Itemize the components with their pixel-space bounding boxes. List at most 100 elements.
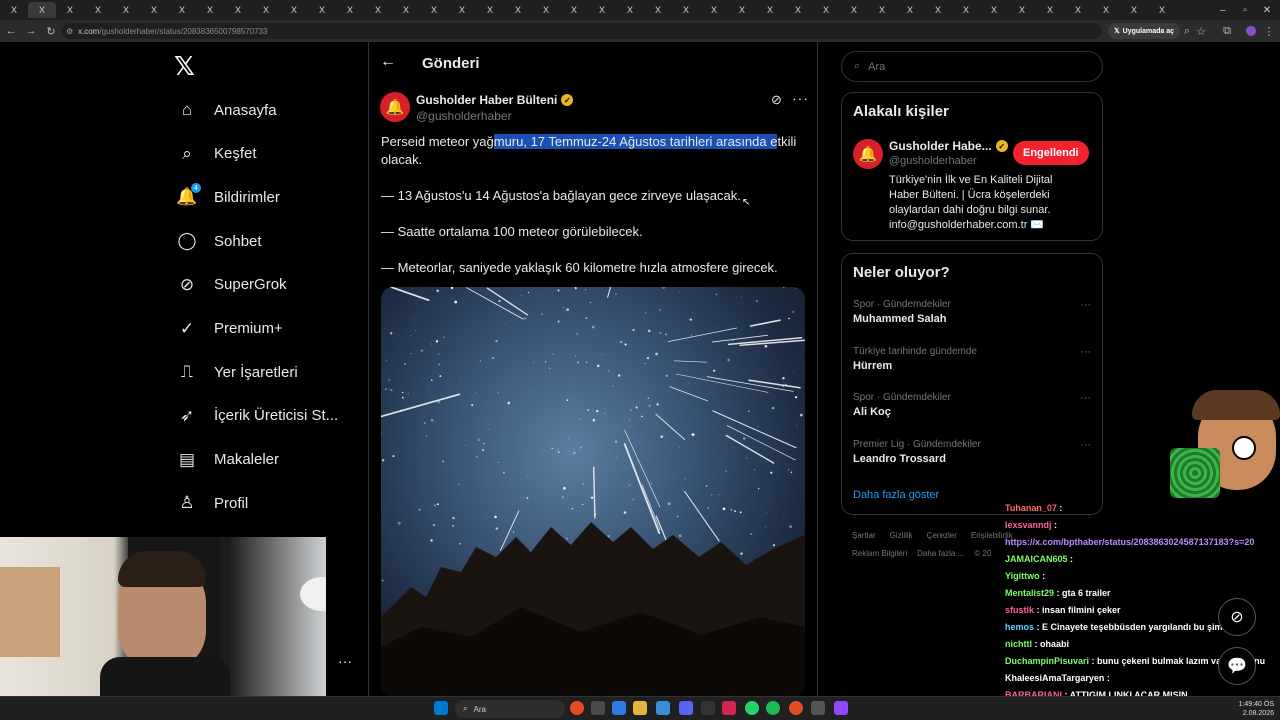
trend-more-icon[interactable]: ···	[1080, 392, 1091, 404]
browser-tab[interactable]: X	[504, 2, 532, 18]
browser-tab[interactable]: X	[644, 2, 672, 18]
terminal-icon[interactable]	[701, 701, 715, 715]
windows-start-icon[interactable]	[434, 701, 448, 715]
browser-tab[interactable]: X	[392, 2, 420, 18]
browser-tab[interactable]: X	[224, 2, 252, 18]
browser-tab[interactable]: X	[1120, 2, 1148, 18]
browser-tab[interactable]: X	[1148, 2, 1176, 18]
browser-tab[interactable]: X	[616, 2, 644, 18]
browser-tab[interactable]: X	[952, 2, 980, 18]
profile-icon[interactable]	[1242, 22, 1260, 40]
browser-tab[interactable]: X	[84, 2, 112, 18]
minimize-button[interactable]: –	[1212, 0, 1234, 20]
trend-item[interactable]: Türkiye tarihinde gündemde Hürrem ···	[853, 346, 1091, 372]
chrome-profile-icon[interactable]	[789, 701, 803, 715]
browser-tab[interactable]: X	[812, 2, 840, 18]
trend-item[interactable]: Spor · Gündemdekiler Muhammed Salah ···	[853, 299, 1091, 325]
twitch-icon[interactable]	[834, 701, 848, 715]
browser-tab[interactable]: X	[700, 2, 728, 18]
show-more-link[interactable]: Daha fazla göster	[853, 489, 939, 501]
nav-item-2[interactable]: 🔔 4 Bildirimler	[176, 182, 280, 212]
footer-link[interactable]: Daha fazla ...	[917, 549, 964, 558]
footer-link[interactable]: Şartlar	[852, 531, 876, 540]
related-avatar[interactable]: 🔔	[853, 139, 883, 169]
x-logo-icon[interactable]: 𝕏	[174, 52, 195, 82]
whatsapp-icon[interactable]	[745, 701, 759, 715]
browser-tab[interactable]: X	[196, 2, 224, 18]
site-info-icon[interactable]: ⚙	[66, 27, 73, 36]
spotify-icon[interactable]	[766, 701, 780, 715]
nav-item-0[interactable]: ⌂ Anasayfa	[176, 95, 277, 125]
account-more-icon[interactable]: ···	[338, 653, 352, 669]
system-clock[interactable]: 1:49:40 ÖS 2.08.2026	[1239, 700, 1274, 718]
trend-item[interactable]: Spor · Gündemdekiler Ali Koç ···	[853, 392, 1091, 418]
back-icon[interactable]: ←	[2, 22, 20, 40]
browser-tab[interactable]: X	[336, 2, 364, 18]
search-input[interactable]: ⌕ Ara	[841, 51, 1103, 82]
nav-item-8[interactable]: ▤ Makaleler	[176, 445, 279, 475]
author-name[interactable]: Gusholder Haber Bülteni	[416, 93, 557, 107]
browser-tab[interactable]: X	[56, 2, 84, 18]
browser-tab[interactable]: X	[840, 2, 868, 18]
more-options-icon[interactable]: ···	[792, 90, 809, 106]
tweet-image[interactable]	[381, 287, 805, 697]
browser-tab[interactable]: X	[980, 2, 1008, 18]
browser-tab[interactable]: X	[28, 2, 56, 18]
nav-item-9[interactable]: ♙ Profil	[176, 488, 248, 518]
address-bar[interactable]: ⚙ x.com/gusholderhaber/status/2083836500…	[62, 23, 1102, 39]
browser-tab[interactable]: X	[252, 2, 280, 18]
taskbar-search[interactable]: ⌕ Ara	[455, 700, 565, 718]
browser-tab[interactable]: X	[672, 2, 700, 18]
nav-item-5[interactable]: ✓ Premium+	[176, 314, 283, 344]
browser-tab[interactable]: X	[560, 2, 588, 18]
browser-tab[interactable]: X	[308, 2, 336, 18]
extensions-icon[interactable]: ⧉	[1218, 22, 1236, 40]
browser-tab[interactable]: X	[868, 2, 896, 18]
maximize-button[interactable]: ▫	[1234, 0, 1256, 20]
file-explorer-icon[interactable]	[633, 701, 647, 715]
browser-tab[interactable]: X	[728, 2, 756, 18]
messages-float-button[interactable]: 💬	[1218, 647, 1256, 685]
browser-tab[interactable]: X	[448, 2, 476, 18]
footer-link[interactable]: Çerezler	[927, 531, 957, 540]
author-handle[interactable]: @gusholderhaber	[416, 109, 512, 123]
browser-tab[interactable]: X	[1036, 2, 1064, 18]
back-arrow-icon[interactable]: ←	[380, 53, 396, 71]
browser-tab[interactable]: X	[112, 2, 140, 18]
browser-tab[interactable]: X	[784, 2, 812, 18]
browser-tab[interactable]: X	[756, 2, 784, 18]
related-name[interactable]: Gusholder Habe...	[889, 139, 992, 153]
forward-icon[interactable]: →	[22, 22, 40, 40]
edge-icon[interactable]	[612, 701, 626, 715]
grok-icon[interactable]: ⊘	[771, 92, 782, 108]
browser-tab[interactable]: X	[280, 2, 308, 18]
footer-link[interactable]: © 20	[974, 549, 991, 558]
discord-icon[interactable]	[679, 701, 693, 715]
task-view-icon[interactable]	[591, 701, 605, 715]
browser-tab[interactable]: X	[588, 2, 616, 18]
browser-tab[interactable]: X	[140, 2, 168, 18]
nav-item-1[interactable]: ⌕ Keşfet	[176, 139, 256, 169]
trend-more-icon[interactable]: ···	[1080, 299, 1091, 311]
app-icon[interactable]	[722, 701, 736, 715]
nav-item-7[interactable]: ➶ İçerik Üreticisi St...	[176, 401, 338, 431]
author-name-row[interactable]: Gusholder Haber Bülteni ✓	[416, 93, 574, 107]
reload-icon[interactable]: ↻	[42, 22, 60, 40]
bookmark-star-icon[interactable]: ☆	[1192, 22, 1210, 40]
browser-tab[interactable]: X	[924, 2, 952, 18]
browser-tab[interactable]: X	[420, 2, 448, 18]
browser-tab[interactable]: X	[364, 2, 392, 18]
open-in-app-button[interactable]: 𝕏 Uygulamada aç	[1108, 23, 1180, 39]
chrome-icon[interactable]	[570, 701, 584, 715]
store-icon[interactable]	[656, 701, 670, 715]
related-handle[interactable]: @gusholderhaber	[889, 155, 977, 167]
footer-link[interactable]: Reklam Bilgileri	[852, 549, 907, 558]
browser-tab[interactable]: X	[896, 2, 924, 18]
nav-item-6[interactable]: ⎍ Yer İşaretleri	[176, 357, 298, 387]
grok-float-button[interactable]: ⊘	[1218, 598, 1256, 636]
trend-item[interactable]: Premier Lig · Gündemdekiler Leandro Tross…	[853, 439, 1091, 465]
nav-item-3[interactable]: ◯ Sohbet	[176, 226, 261, 256]
browser-tab[interactable]: X	[1092, 2, 1120, 18]
author-avatar[interactable]: 🔔	[380, 92, 410, 122]
browser-tab[interactable]: X	[476, 2, 504, 18]
